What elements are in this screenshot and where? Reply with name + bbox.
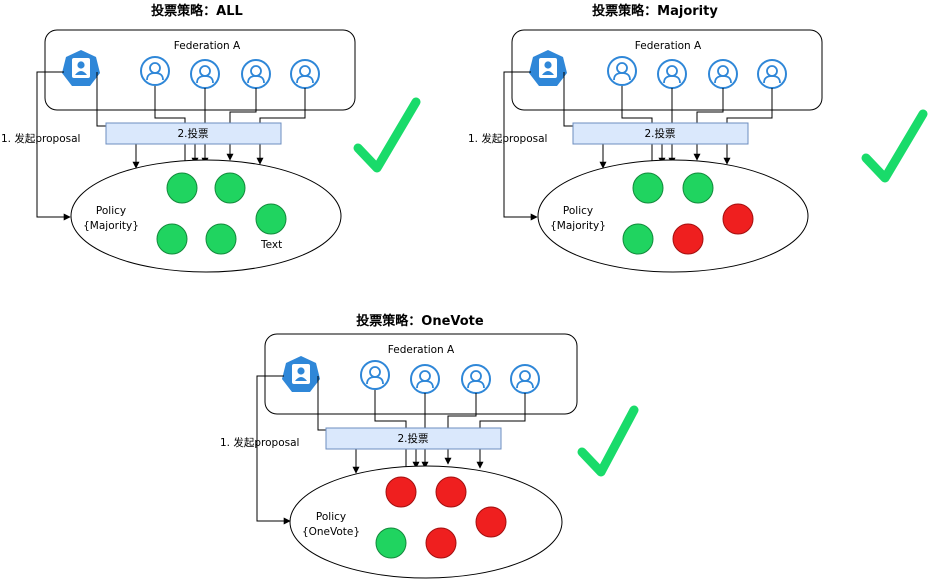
policy-type: {Majority} bbox=[550, 220, 606, 232]
panel-onevote: 投票策略：OneVote Federation A 2.投票 1. 发起prop… bbox=[220, 313, 639, 579]
panel-majority: 投票策略：Majority Federation A 2.投票 1. 发起pro… bbox=[468, 3, 928, 273]
panel-title: 投票策略：OneVote bbox=[356, 313, 484, 329]
vote-reject-circle bbox=[475, 506, 507, 538]
policy-name: Policy bbox=[563, 205, 593, 217]
checkmark-icon bbox=[353, 97, 421, 173]
vote-agree-circle bbox=[214, 172, 246, 204]
member-user-circle-icon bbox=[290, 59, 320, 89]
vote-agree-circle bbox=[156, 223, 188, 255]
proposal-label: 1. 发起proposal bbox=[468, 132, 547, 145]
vote-agree-circle bbox=[622, 223, 654, 255]
member-user-circle-icon bbox=[657, 59, 687, 89]
proposal-label: 1. 发起proposal bbox=[1, 132, 80, 145]
checkmark-icon bbox=[577, 405, 639, 477]
member-user-circle-icon bbox=[757, 59, 787, 89]
policy-type: {Majority} bbox=[83, 220, 139, 232]
extra-text-label: Text bbox=[260, 239, 282, 251]
member-user-circle-icon bbox=[510, 364, 540, 394]
vote-step-label: 2.投票 bbox=[397, 432, 428, 445]
panel-all: 投票策略：ALL Federation A 2.投票 1. 发起proposal… bbox=[1, 3, 421, 273]
member-user-circle-icon bbox=[360, 360, 390, 390]
federation-label: Federation A bbox=[174, 40, 241, 52]
vote-reject-circle bbox=[722, 203, 754, 235]
member-user-circle-icon bbox=[607, 56, 637, 86]
federation-label: Federation A bbox=[635, 40, 702, 52]
vote-agree-circle bbox=[255, 203, 287, 235]
federation-label: Federation A bbox=[388, 344, 455, 356]
vote-agree-circle bbox=[682, 172, 714, 204]
vote-reject-circle bbox=[385, 476, 417, 508]
member-user-circle-icon bbox=[140, 56, 170, 86]
policy-type: {OneVote} bbox=[302, 526, 360, 538]
vote-reject-circle bbox=[672, 223, 704, 255]
vote-agree-circle bbox=[375, 527, 407, 559]
member-user-circle-icon bbox=[241, 59, 271, 89]
member-user-circle-icon bbox=[190, 59, 220, 89]
vote-reject-circle bbox=[425, 527, 457, 559]
member-user-circle-icon bbox=[410, 364, 440, 394]
proposal-label: 1. 发起proposal bbox=[220, 436, 299, 449]
vote-reject-circle bbox=[435, 476, 467, 508]
panel-title: 投票策略：Majority bbox=[592, 3, 718, 19]
vote-agree-circle bbox=[205, 223, 237, 255]
voting-policy-diagram: 投票策略：ALL Federation A 2.投票 1. 发起proposal… bbox=[1, 3, 928, 579]
policy-name: Policy bbox=[96, 205, 126, 217]
policy-name: Policy bbox=[316, 511, 346, 523]
checkmark-icon bbox=[861, 109, 928, 183]
vote-agree-circle bbox=[632, 172, 664, 204]
vote-step-label: 2.投票 bbox=[644, 127, 675, 140]
member-user-circle-icon bbox=[461, 364, 491, 394]
member-user-circle-icon bbox=[708, 59, 738, 89]
panel-title: 投票策略：ALL bbox=[151, 3, 243, 19]
vote-agree-circle bbox=[166, 172, 198, 204]
vote-step-label: 2.投票 bbox=[177, 127, 208, 140]
